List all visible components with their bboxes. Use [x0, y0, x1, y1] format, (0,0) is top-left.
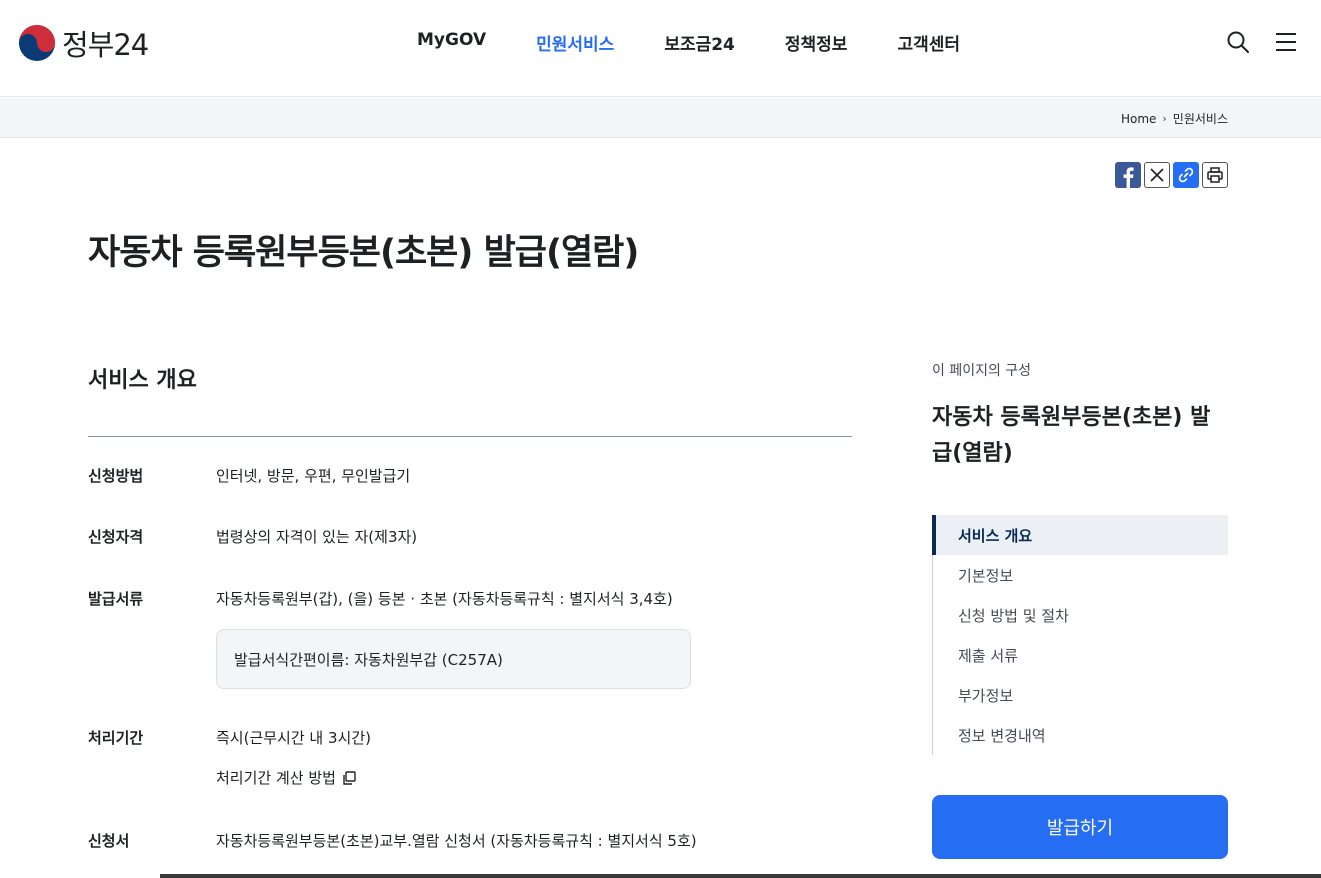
main-nav: MyGOV 민원서비스 보조금24 정책정보 고객센터: [417, 30, 960, 55]
chevron-right-icon: ›: [1162, 112, 1167, 125]
nav-customer-center[interactable]: 고객센터: [897, 30, 960, 55]
period-calculation-label: 처리기간 계산 방법: [216, 769, 336, 787]
print-icon: [1207, 167, 1223, 183]
breadcrumb-home[interactable]: Home: [1121, 112, 1156, 126]
toc-caption: 이 페이지의 구성: [932, 363, 1032, 379]
breadcrumb-current[interactable]: 민원서비스: [1173, 110, 1228, 127]
x-logo-icon: [1150, 168, 1164, 182]
form-shortname-box: 발급서식간편이름: 자동차원부갑 (C257A): [216, 629, 691, 689]
link-icon: [1178, 167, 1194, 183]
nav-mygov[interactable]: MyGOV: [417, 30, 486, 55]
facebook-share-button[interactable]: [1115, 162, 1141, 188]
site-header: 정부24 MyGOV 민원서비스 보조금24 정책정보 고객센터: [0, 0, 1321, 97]
menu-icon[interactable]: [1274, 30, 1298, 54]
value-eligibility: 법령상의 자격이 있는 자(제3자): [216, 528, 418, 546]
form-shortname-text: 발급서식간편이름: 자동차원부갑 (C257A): [234, 651, 503, 669]
label-application-form: 신청서: [88, 832, 130, 850]
nav-subsidy24[interactable]: 보조금24: [664, 30, 735, 55]
nav-policy-info[interactable]: 정책정보: [785, 30, 848, 55]
section-divider: [88, 436, 852, 437]
toc-item-application-procedure[interactable]: 신청 방법 및 절차: [933, 595, 1228, 635]
toc-item-basic-info[interactable]: 기본정보: [933, 555, 1228, 595]
toc-title: 자동차 등록원부등본(초본) 발급(열람): [932, 405, 1211, 466]
page-title: 자동차 등록원부등본(초본) 발급(열람): [88, 233, 639, 273]
facebook-icon: [1123, 167, 1134, 188]
toc-item-overview[interactable]: 서비스 개요: [932, 515, 1228, 555]
popup-window-icon: [343, 770, 356, 785]
toc-list: 서비스 개요 기본정보 신청 방법 및 절차 제출 서류 부가정보 정보 변경내…: [932, 515, 1228, 755]
horizontal-scrollbar[interactable]: [160, 874, 1321, 878]
print-button[interactable]: [1202, 162, 1228, 188]
label-application-method: 신청방법: [88, 467, 144, 485]
nav-civil-service[interactable]: 민원서비스: [536, 30, 614, 55]
breadcrumb-bar: Home › 민원서비스: [0, 98, 1321, 138]
toc-item-change-history[interactable]: 정보 변경내역: [933, 715, 1228, 755]
period-calculation-link[interactable]: 처리기간 계산 방법: [216, 767, 357, 788]
value-application-method: 인터넷, 방문, 우편, 무인발급기: [216, 467, 411, 485]
value-issued-documents: 자동차등록원부(갑), (을) 등본 · 초본 (자동차등록규칙 : 별지서식 …: [216, 590, 673, 608]
value-processing-period: 즉시(근무시간 내 3시간): [216, 729, 371, 747]
label-issued-documents: 발급서류: [88, 590, 144, 608]
site-logo[interactable]: 정부24: [18, 22, 149, 64]
search-icon[interactable]: [1226, 30, 1250, 54]
government-emblem-icon: [18, 24, 56, 62]
copy-link-button[interactable]: [1173, 162, 1199, 188]
label-processing-period: 처리기간: [88, 729, 144, 747]
value-application-form: 자동차등록원부등본(초본)교부.열람 신청서 (자동차등록규칙 : 별지서식 5…: [216, 832, 697, 850]
section-title-overview: 서비스 개요: [88, 368, 197, 393]
toc-item-additional-info[interactable]: 부가정보: [933, 675, 1228, 715]
toc-item-required-documents[interactable]: 제출 서류: [933, 635, 1228, 675]
site-logo-text: 정부24: [62, 28, 149, 62]
x-share-button[interactable]: [1144, 162, 1170, 188]
issue-button[interactable]: 발급하기: [932, 795, 1228, 859]
label-eligibility: 신청자격: [88, 528, 144, 546]
share-toolbar: [1115, 162, 1228, 188]
breadcrumb: Home › 민원서비스: [1121, 110, 1228, 127]
